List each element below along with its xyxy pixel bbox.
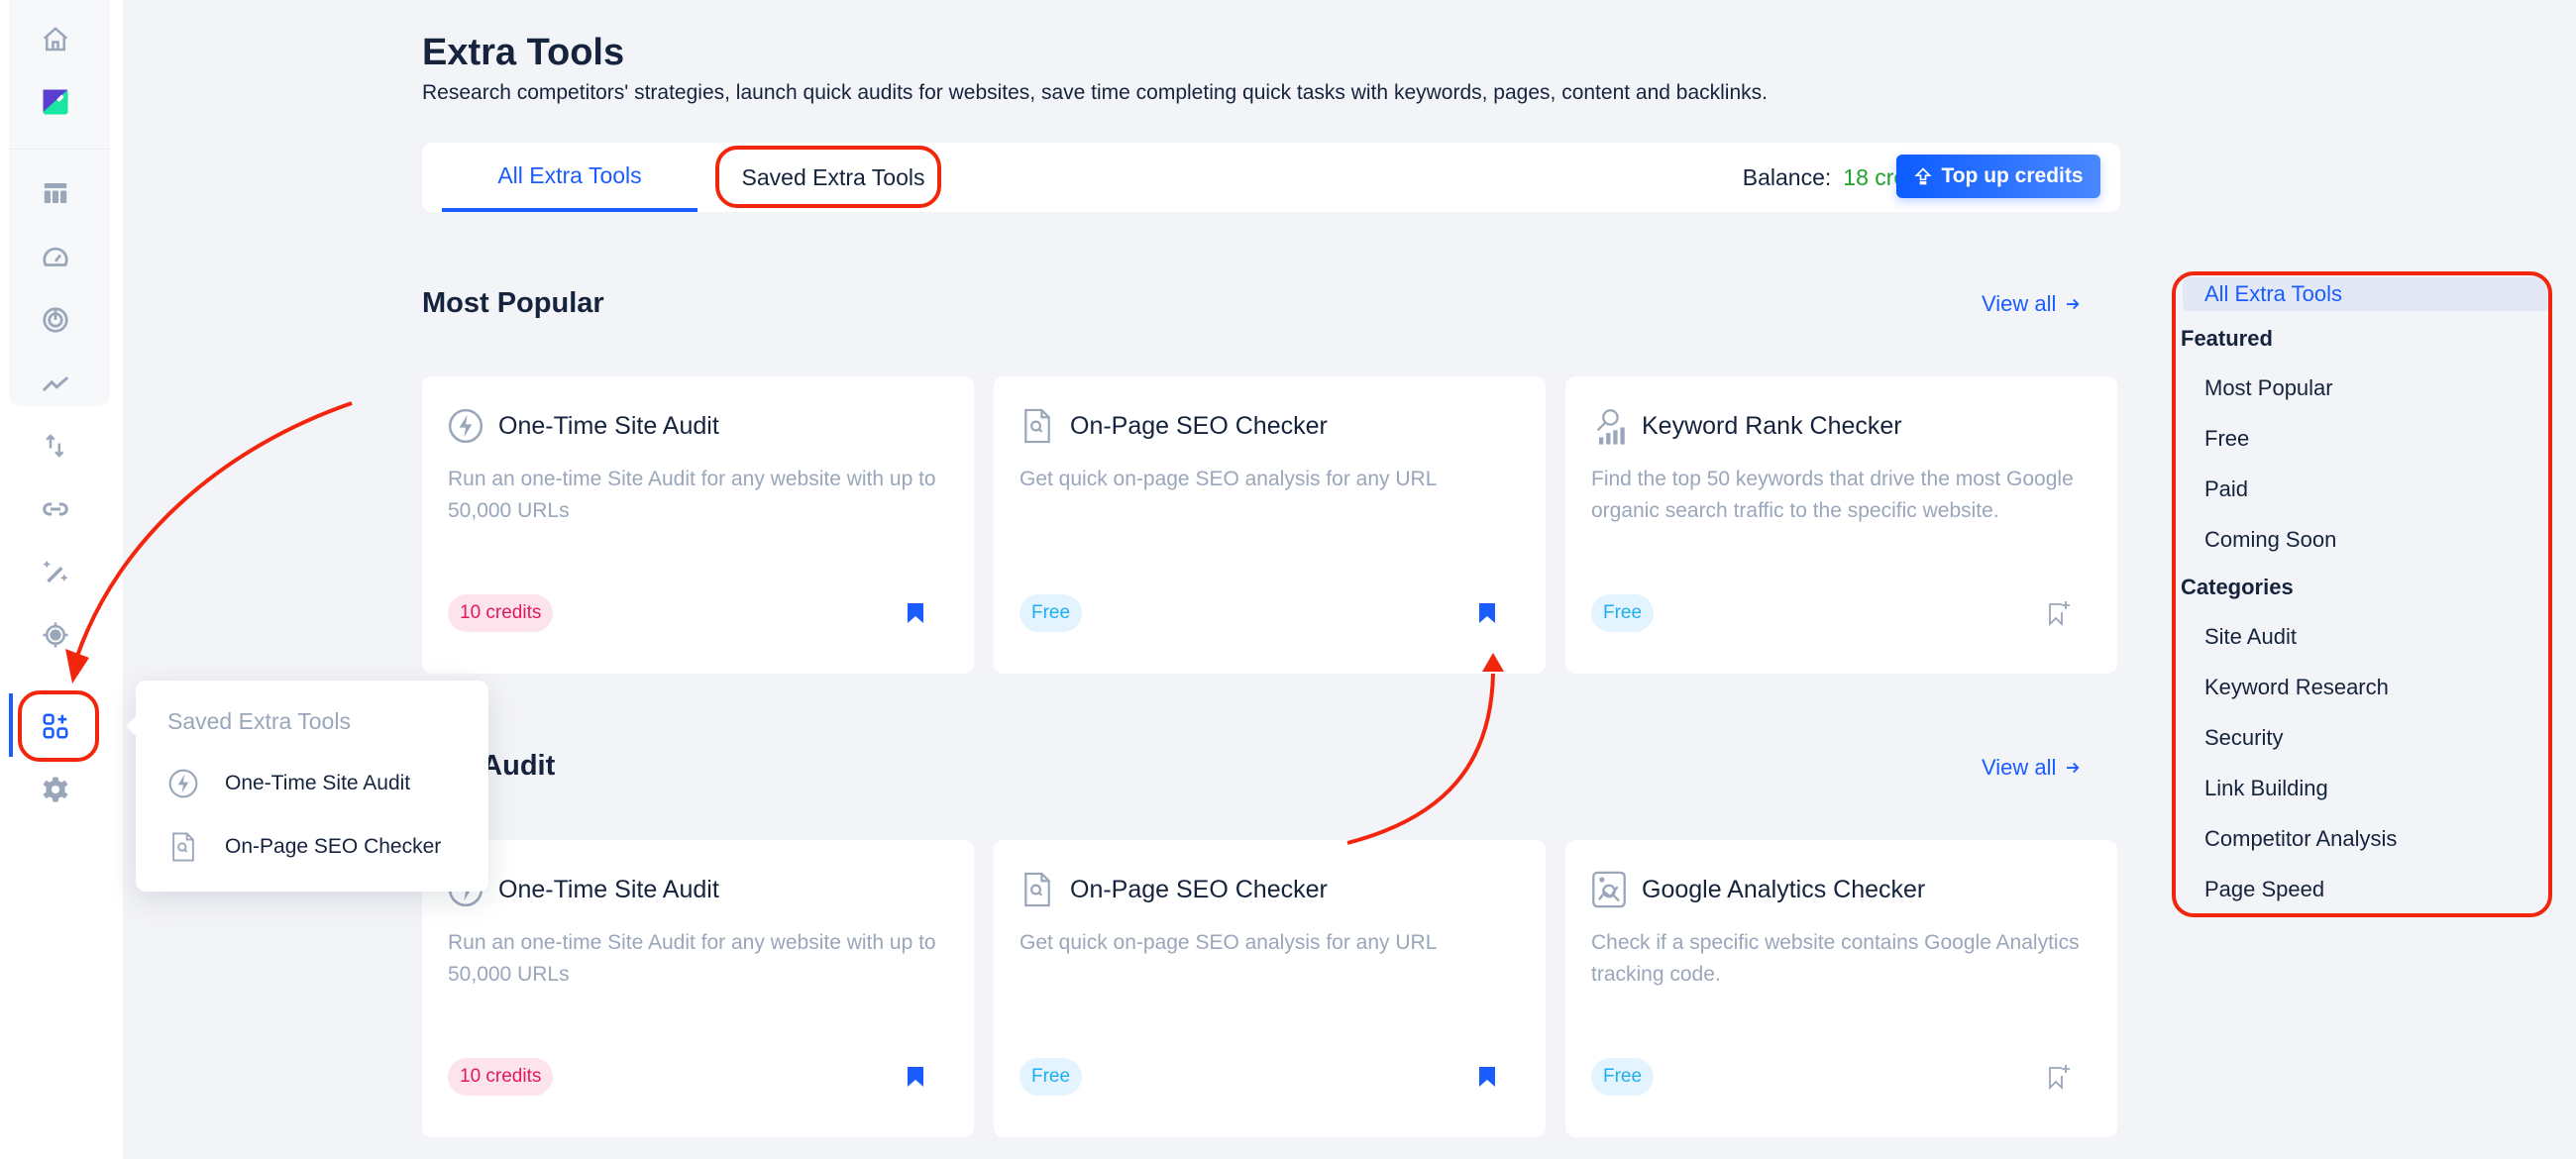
annotation-highlight-sidebar xyxy=(18,690,99,762)
balance-label: Balance: xyxy=(1742,163,1832,190)
page-search-icon xyxy=(172,832,194,862)
popover-title: Saved Extra Tools xyxy=(167,708,351,734)
tool-card[interactable]: One-Time Site Audit Run an one-time Site… xyxy=(422,376,974,674)
saved-tools-popover: Saved Extra Tools One-Time Site Audit On… xyxy=(126,681,488,892)
link-icon[interactable] xyxy=(36,489,75,529)
lightning-icon xyxy=(446,404,485,448)
card-description: Check if a specific website contains Goo… xyxy=(1591,931,2080,986)
filter-most-popular[interactable]: Most Popular xyxy=(2204,375,2333,401)
gear-icon[interactable] xyxy=(36,770,75,809)
popover-item-label: One-Time Site Audit xyxy=(225,772,411,794)
card-title: On-Page SEO Checker xyxy=(1070,412,1328,440)
filter-competitor-analysis[interactable]: Competitor Analysis xyxy=(2204,826,2397,852)
filter-keyword-research[interactable]: Keyword Research xyxy=(2204,675,2389,700)
bookmark-add-icon[interactable] xyxy=(2044,1062,2074,1092)
price-badge: Free xyxy=(1591,1058,1655,1096)
bookmark-filled-icon[interactable] xyxy=(1472,598,1502,628)
lightning-icon xyxy=(168,769,198,798)
card-title: On-Page SEO Checker xyxy=(1070,876,1328,903)
tool-card[interactable]: Google Analytics Checker Check if a spec… xyxy=(1565,840,2117,1137)
card-description: Run an one-time Site Audit for any websi… xyxy=(448,468,936,522)
arrow-right-icon xyxy=(2067,762,2080,774)
filter-page-speed[interactable]: Page Speed xyxy=(2204,877,2324,902)
top-up-credits-button[interactable]: Top up credits xyxy=(1896,155,2100,198)
popover-item-label: On-Page SEO Checker xyxy=(225,835,442,858)
bookmark-add-icon[interactable] xyxy=(2044,598,2074,628)
filter-site-audit[interactable]: Site Audit xyxy=(2204,624,2297,650)
card-description: Get quick on-page SEO analysis for any U… xyxy=(1020,931,1438,954)
tab-saved-extra-tools[interactable]: Saved Extra Tools xyxy=(719,143,947,212)
popover-item-one-time-site-audit[interactable]: One-Time Site Audit xyxy=(167,764,410,803)
trend-icon[interactable] xyxy=(36,364,75,403)
analytics-search-icon xyxy=(1589,868,1629,911)
view-all-site-audit[interactable]: View all xyxy=(1982,755,2082,781)
target-icon[interactable] xyxy=(36,615,75,655)
tool-card[interactable]: One-Time Site Audit Run an one-time Site… xyxy=(422,840,974,1137)
sidebar-divider xyxy=(9,149,110,150)
price-badge: Free xyxy=(1020,1058,1083,1096)
dashboard-icon[interactable] xyxy=(36,173,75,213)
page-subtitle: Research competitors' strategies, launch… xyxy=(422,81,1768,104)
filter-heading-featured: Featured xyxy=(2181,326,2273,351)
page-title: Extra Tools xyxy=(422,32,625,73)
card-description: Get quick on-page SEO analysis for any U… xyxy=(1020,468,1438,490)
app-logo[interactable] xyxy=(36,82,75,122)
popover-item-on-page-seo-checker[interactable]: On-Page SEO Checker xyxy=(167,827,441,867)
card-description: Find the top 50 keywords that drive the … xyxy=(1591,468,2074,522)
filter-link-building[interactable]: Link Building xyxy=(2204,776,2328,801)
speedometer-icon[interactable] xyxy=(36,238,75,277)
filter-security[interactable]: Security xyxy=(2204,725,2283,751)
arrow-right-icon xyxy=(2067,298,2080,310)
card-title: One-Time Site Audit xyxy=(498,412,719,440)
filter-panel: All Extra Tools Featured Most Popular Fr… xyxy=(2175,271,2551,917)
view-all-label: View all xyxy=(1982,291,2057,316)
tab-bar: All Extra Tools Saved Extra Tools Balanc… xyxy=(422,143,2120,212)
left-sidebar xyxy=(0,0,123,1159)
page-search-icon xyxy=(1018,404,1057,448)
card-title: Google Analytics Checker xyxy=(1642,876,1926,903)
view-all-label: View all xyxy=(1982,755,2057,780)
price-badge: 10 credits xyxy=(448,1058,554,1096)
section-title-most-popular: Most Popular xyxy=(422,287,604,319)
card-title: One-Time Site Audit xyxy=(498,876,719,903)
card-description: Run an one-time Site Audit for any websi… xyxy=(448,931,936,986)
price-badge: Free xyxy=(1591,594,1655,632)
bookmark-filled-icon[interactable] xyxy=(901,1062,930,1092)
bookmark-filled-icon[interactable] xyxy=(901,598,930,628)
upload-arrow-icon xyxy=(1914,167,1933,185)
keyword-rank-icon xyxy=(1589,404,1629,448)
tool-card[interactable]: On-Page SEO Checker Get quick on-page SE… xyxy=(994,840,1546,1137)
radar-icon[interactable] xyxy=(36,300,75,340)
filter-heading-categories: Categories xyxy=(2181,575,2294,599)
price-badge: Free xyxy=(1020,594,1083,632)
top-up-credits-label: Top up credits xyxy=(1941,164,2084,187)
active-indicator xyxy=(9,693,13,757)
tool-card[interactable]: On-Page SEO Checker Get quick on-page SE… xyxy=(994,376,1546,674)
magic-wand-icon[interactable] xyxy=(36,552,75,591)
view-all-most-popular[interactable]: View all xyxy=(1982,291,2082,317)
home-icon[interactable] xyxy=(36,20,75,59)
annotation-arrow-to-bookmark xyxy=(1346,673,1495,845)
filter-coming-soon[interactable]: Coming Soon xyxy=(2204,527,2336,553)
price-badge: 10 credits xyxy=(448,594,554,632)
page-search-icon xyxy=(1018,868,1057,911)
filter-all-extra-tools[interactable]: All Extra Tools xyxy=(2183,277,2549,311)
tab-all-extra-tools[interactable]: All Extra Tools xyxy=(442,143,698,212)
tool-card[interactable]: Keyword Rank Checker Find the top 50 key… xyxy=(1565,376,2117,674)
bookmark-filled-icon[interactable] xyxy=(1472,1062,1502,1092)
card-title: Keyword Rank Checker xyxy=(1642,412,1902,440)
filter-free[interactable]: Free xyxy=(2204,426,2249,452)
filter-paid[interactable]: Paid xyxy=(2204,476,2248,502)
sort-arrows-icon[interactable] xyxy=(36,426,75,466)
